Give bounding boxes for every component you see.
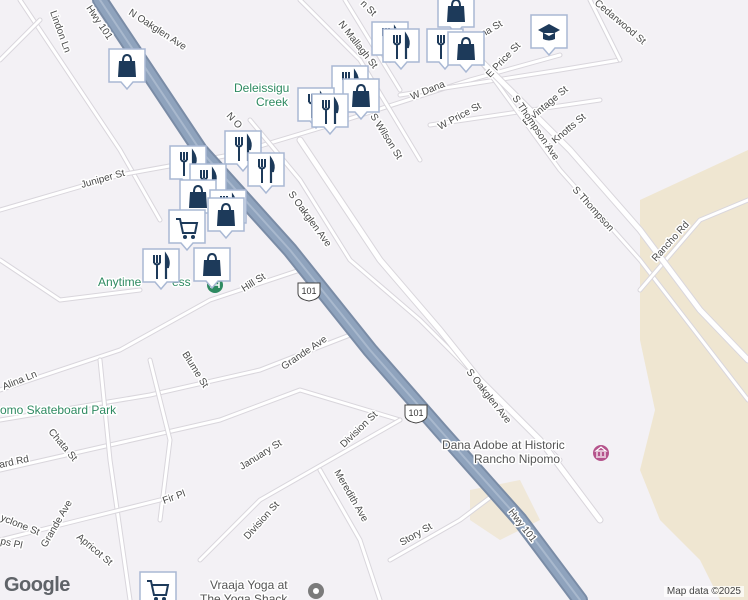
- map-canvas[interactable]: Hwy 101 Lindon Ln N Oakglen Ave N O Juni…: [0, 0, 748, 600]
- place-label-skatepark[interactable]: omo Skateboard Park: [0, 402, 119, 419]
- shopping-cart-marker[interactable]: [139, 571, 177, 600]
- map-attribution[interactable]: Map data ©2025: [663, 586, 744, 597]
- place-label-vraaja[interactable]: Vraaja Yoga at The Yoga Shack: [199, 577, 290, 600]
- route-shield: 101: [404, 404, 428, 424]
- svg-text:101: 101: [408, 408, 423, 418]
- yoga-icon[interactable]: [308, 583, 324, 599]
- route-shield: 101: [297, 282, 321, 302]
- landmark-icon[interactable]: [593, 445, 609, 461]
- svg-text:101: 101: [301, 286, 316, 296]
- google-logo: Google: [4, 574, 70, 596]
